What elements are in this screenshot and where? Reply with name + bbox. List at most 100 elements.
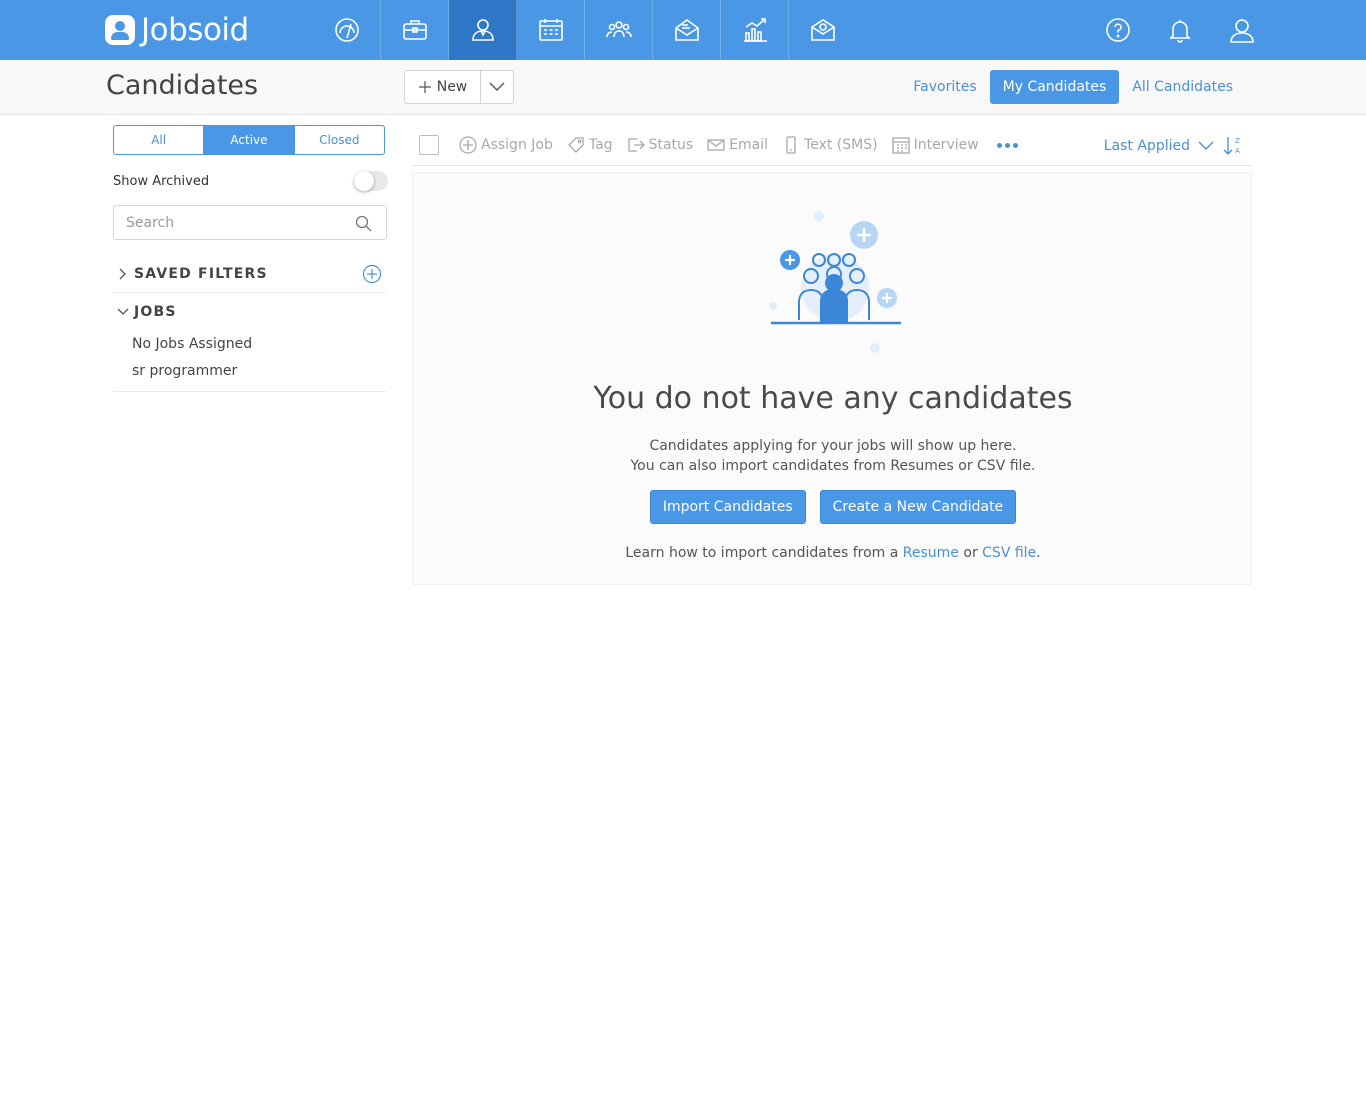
new-button-group: New (404, 70, 514, 104)
user-icon[interactable] (1228, 16, 1256, 44)
calendar-icon (538, 19, 563, 41)
saved-filters-section: SAVED FILTERS (113, 255, 386, 293)
plus-icon (418, 81, 431, 93)
nav-calendar[interactable] (517, 0, 585, 60)
bell-icon[interactable] (1166, 16, 1194, 44)
sort-order-icon[interactable]: ZA (1222, 135, 1244, 157)
job-item[interactable]: No Jobs Assigned (113, 331, 386, 358)
empty-state-panel: You do not have any candidates Candidate… (412, 172, 1252, 585)
add-circle-icon (459, 136, 477, 154)
nav-team[interactable] (585, 0, 653, 60)
email-button[interactable]: Email (707, 136, 768, 154)
candidates-group-illustration (769, 211, 901, 353)
reports-icon (743, 18, 767, 42)
csv-file-link[interactable]: CSV file (982, 545, 1036, 561)
tag-label: Tag (588, 137, 613, 153)
top-navbar: Jobsoid (0, 0, 1366, 60)
empty-state-title: You do not have any candidates (593, 381, 1073, 416)
empty-state-line: You can also import candidates from Resu… (630, 458, 1036, 474)
dashboard-icon (334, 18, 359, 42)
text-sms-label: Text (SMS) (804, 137, 878, 153)
segment-active[interactable]: Active (204, 126, 295, 154)
main-nav (313, 0, 857, 60)
tag-icon (567, 137, 584, 153)
import-help-prefix: Learn how to import candidates from a (625, 545, 899, 561)
new-button-label: New (436, 79, 468, 95)
show-archived-label: Show Archived (113, 173, 210, 189)
page-header: Candidates New Favorites My Candidates A… (0, 60, 1366, 115)
tab-favorites[interactable]: Favorites (900, 70, 989, 104)
jobs-section: JOBS No Jobs Assigned sr programmer (113, 293, 386, 392)
more-actions-icon[interactable] (996, 142, 1018, 148)
resume-link[interactable]: Resume (903, 545, 959, 561)
search-icon[interactable] (355, 215, 372, 232)
status-icon (627, 138, 645, 152)
briefcase-icon (402, 20, 427, 40)
logo[interactable]: Jobsoid (105, 12, 249, 48)
show-archived-row: Show Archived (113, 170, 388, 192)
chevron-right-icon (113, 268, 133, 280)
calendar-icon (891, 137, 910, 154)
empty-state-line: Candidates applying for your jobs will s… (649, 438, 1017, 454)
nav-candidates[interactable] (449, 0, 517, 60)
import-candidates-button[interactable]: Import Candidates (649, 490, 806, 524)
nav-reports[interactable] (721, 0, 789, 60)
import-help-text: Learn how to import candidates from a Re… (413, 545, 1253, 561)
team-icon (605, 21, 632, 38)
nav-campaigns[interactable] (653, 0, 721, 60)
new-button[interactable]: New (405, 71, 481, 103)
job-item[interactable]: sr programmer (113, 358, 386, 385)
header-actions (1104, 0, 1256, 60)
email-label: Email (729, 137, 769, 153)
chevron-down-icon[interactable] (1198, 141, 1214, 151)
brand-name: Jobsoid (141, 12, 249, 48)
nav-dashboard[interactable] (313, 0, 381, 60)
sort-control: Last Applied ZA (1104, 125, 1244, 166)
nav-jobs[interactable] (381, 0, 449, 60)
saved-filters-header[interactable]: SAVED FILTERS (113, 255, 386, 293)
page-title: Candidates (106, 70, 259, 101)
show-archived-toggle[interactable] (354, 171, 388, 191)
tab-my-candidates[interactable]: My Candidates (989, 70, 1120, 104)
interview-label: Interview (913, 137, 979, 153)
mail-icon (811, 19, 835, 41)
candidate-icon (471, 19, 494, 41)
assign-job-button[interactable]: Assign Job (459, 136, 553, 154)
candidates-toolbar: Assign Job Tag Status Email Text (SMS) I… (412, 125, 1252, 166)
tab-all-candidates[interactable]: All Candidates (1119, 70, 1246, 104)
segment-all[interactable]: All (114, 126, 205, 154)
search-field (113, 205, 387, 240)
interview-button[interactable]: Interview (891, 136, 979, 154)
status-segmented-control: All Active Closed (113, 125, 385, 155)
assign-job-label: Assign Job (481, 137, 553, 153)
tag-button[interactable]: Tag (567, 136, 613, 154)
segment-closed[interactable]: Closed (295, 126, 384, 154)
add-filter-icon[interactable] (362, 264, 382, 284)
chevron-down-icon (489, 82, 505, 91)
empty-state-description: Candidates applying for your jobs will s… (413, 436, 1253, 476)
help-icon[interactable] (1104, 16, 1132, 44)
saved-filters-title: SAVED FILTERS (134, 265, 268, 282)
svg-text:Z: Z (1235, 137, 1240, 145)
status-label: Status (648, 137, 694, 153)
logo-icon (105, 15, 135, 45)
envelope-icon (707, 139, 725, 151)
import-help-or: or (963, 545, 978, 561)
jobs-title: JOBS (134, 304, 177, 320)
svg-text:A: A (1235, 147, 1240, 155)
chevron-down-icon (113, 308, 133, 316)
nav-mail[interactable] (789, 0, 857, 60)
new-dropdown-button[interactable] (481, 71, 513, 103)
view-tabs: Favorites My Candidates All Candidates (900, 70, 1246, 104)
sort-field-dropdown[interactable]: Last Applied (1104, 138, 1190, 154)
jobs-header[interactable]: JOBS (113, 293, 386, 331)
jobs-list: No Jobs Assigned sr programmer (113, 331, 386, 392)
create-candidate-button[interactable]: Create a New Candidate (819, 490, 1017, 524)
search-input[interactable] (126, 206, 346, 239)
select-all-checkbox[interactable] (419, 135, 439, 155)
campaign-icon (674, 19, 699, 41)
phone-icon (786, 136, 796, 154)
status-button[interactable]: Status (627, 136, 694, 154)
text-sms-button[interactable]: Text (SMS) (782, 136, 878, 154)
empty-state-actions: Import Candidates Create a New Candidate (413, 490, 1253, 524)
